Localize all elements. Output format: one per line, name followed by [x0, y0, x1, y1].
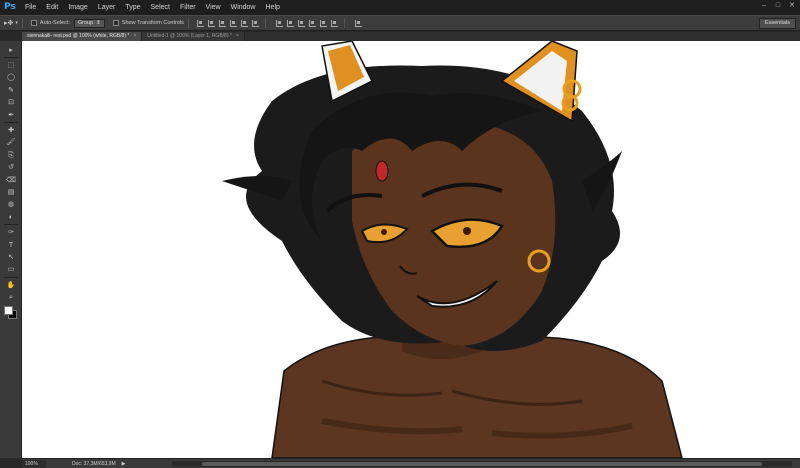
distribute-bottom-icon[interactable]	[297, 19, 305, 27]
tool-divider	[4, 57, 18, 59]
close-icon[interactable]: ×	[236, 32, 239, 41]
align-vcenter-icon[interactable]	[207, 19, 215, 27]
tool-divider	[4, 224, 18, 226]
blur-icon[interactable]: ◍	[0, 199, 22, 211]
app-logo: Ps	[4, 2, 16, 12]
divider	[21, 18, 23, 28]
horizontal-scrollbar[interactable]	[172, 461, 792, 467]
path-select-icon[interactable]: ↖	[0, 251, 22, 263]
auto-align-icon[interactable]	[354, 19, 362, 27]
eraser-icon[interactable]: ⌫	[0, 174, 22, 186]
align-left-icon[interactable]	[229, 19, 237, 27]
healing-icon[interactable]: ✚	[0, 124, 22, 136]
dodge-icon[interactable]: ◐	[0, 211, 22, 223]
menu-type[interactable]: Type	[120, 0, 145, 15]
auto-select-value: Group	[77, 20, 94, 26]
tool-divider	[4, 122, 18, 124]
menu-image[interactable]: Image	[63, 0, 92, 15]
tab-document-untitled[interactable]: Untitled-1 @ 100% (Layer 1, RGB/8) * ×	[142, 32, 245, 41]
show-transform-label: Show Transform Controls	[121, 20, 184, 26]
menu-edit[interactable]: Edit	[41, 0, 63, 15]
document-info: Doc: 37,3M/653,9M	[72, 460, 116, 467]
pen-icon[interactable]: ✑	[0, 226, 22, 238]
menu-bar: Ps File Edit Image Layer Type Select Fil…	[0, 0, 800, 15]
divider	[343, 18, 345, 28]
distribute-right-icon[interactable]	[330, 19, 338, 27]
align-hcenter-icon[interactable]	[240, 19, 248, 27]
document-canvas[interactable]	[22, 41, 800, 458]
scrollbar-thumb[interactable]	[202, 462, 762, 466]
chevron-down-icon: ▾	[15, 20, 18, 26]
workspace-switcher[interactable]: Essentials	[758, 18, 796, 29]
menu-view[interactable]: View	[201, 0, 226, 15]
menu-file[interactable]: File	[20, 0, 41, 15]
tab-label: siennakaili- rest.psd @ 100% (white, RGB…	[27, 33, 130, 39]
divider	[264, 18, 266, 28]
move-icon[interactable]: ▸	[0, 44, 22, 56]
distribute-top-icon[interactable]	[275, 19, 283, 27]
document-tabs: siennakaili- rest.psd @ 100% (white, RGB…	[22, 32, 800, 41]
divider	[187, 18, 189, 28]
gradient-icon[interactable]: ▤	[0, 186, 22, 198]
shape-icon[interactable]: ▭	[0, 264, 22, 276]
tab-label: Untitled-1 @ 100% (Layer 1, RGB/8) *	[147, 33, 232, 39]
distribute-vcenter-icon[interactable]	[286, 19, 294, 27]
auto-select-label: Auto-Select:	[39, 20, 70, 26]
foreground-color-swatch[interactable]	[4, 305, 13, 315]
color-swatches[interactable]	[0, 304, 22, 322]
quick-select-icon[interactable]: ✎	[0, 84, 22, 96]
marquee-icon[interactable]: ⬚	[0, 59, 22, 71]
close-icon[interactable]: ×	[133, 32, 136, 41]
photoshop-window: Ps File Edit Image Layer Type Select Fil…	[0, 0, 800, 468]
chevron-down-icon: ⇕	[96, 20, 101, 26]
lasso-icon[interactable]: ◯	[0, 72, 22, 84]
status-menu-arrow-icon[interactable]: ▶	[122, 461, 126, 467]
close-icon[interactable]: ✕	[788, 2, 796, 10]
move-tool-preset[interactable]: ▸✥ ▾	[4, 16, 18, 30]
minimize-icon[interactable]: –	[760, 2, 768, 10]
crop-icon[interactable]: ⊡	[0, 97, 22, 109]
zoom-level-field[interactable]: 100%	[22, 459, 46, 468]
tool-divider	[4, 277, 18, 279]
brush-icon[interactable]: 🖌	[0, 137, 22, 149]
menu-help[interactable]: Help	[261, 0, 285, 15]
zoom-icon[interactable]: ⌕	[0, 291, 22, 303]
distribute-hcenter-icon[interactable]	[319, 19, 327, 27]
status-bar: 100% Doc: 37,3M/653,9M ▶	[22, 458, 800, 468]
menu-window[interactable]: Window	[226, 0, 261, 15]
menu-layer[interactable]: Layer	[93, 0, 121, 15]
menu-select[interactable]: Select	[146, 0, 175, 15]
hand-icon[interactable]: ✋	[0, 279, 22, 291]
show-transform-checkbox[interactable]	[112, 20, 119, 26]
auto-select-dropdown[interactable]: Group ⇕	[73, 18, 105, 28]
align-bottom-icon[interactable]	[218, 19, 226, 27]
tools-panel: ▸ ⬚ ◯ ✎ ⊡ ✒ ✚ 🖌 ⎘ ↺ ⌫ ▤ ◍ ◐ ✑ T ↖ ▭ ✋ ⌕	[0, 41, 22, 458]
distribute-left-icon[interactable]	[308, 19, 316, 27]
artwork-illustration	[22, 41, 800, 458]
align-right-icon[interactable]	[251, 19, 259, 27]
eyedropper-icon[interactable]: ✒	[0, 109, 22, 121]
history-brush-icon[interactable]: ↺	[0, 162, 22, 174]
options-bar: ▸✥ ▾ Auto-Select: Group ⇕ Show Transform…	[0, 15, 800, 31]
type-icon[interactable]: T	[0, 239, 22, 251]
align-top-icon[interactable]	[196, 19, 204, 27]
maximize-icon[interactable]: □	[774, 2, 782, 10]
auto-select-checkbox[interactable]	[30, 20, 37, 26]
tab-document-active[interactable]: siennakaili- rest.psd @ 100% (white, RGB…	[22, 32, 143, 41]
clone-stamp-icon[interactable]: ⎘	[0, 149, 22, 161]
move-icon: ▸✥	[4, 20, 14, 27]
menu-filter[interactable]: Filter	[175, 0, 201, 15]
